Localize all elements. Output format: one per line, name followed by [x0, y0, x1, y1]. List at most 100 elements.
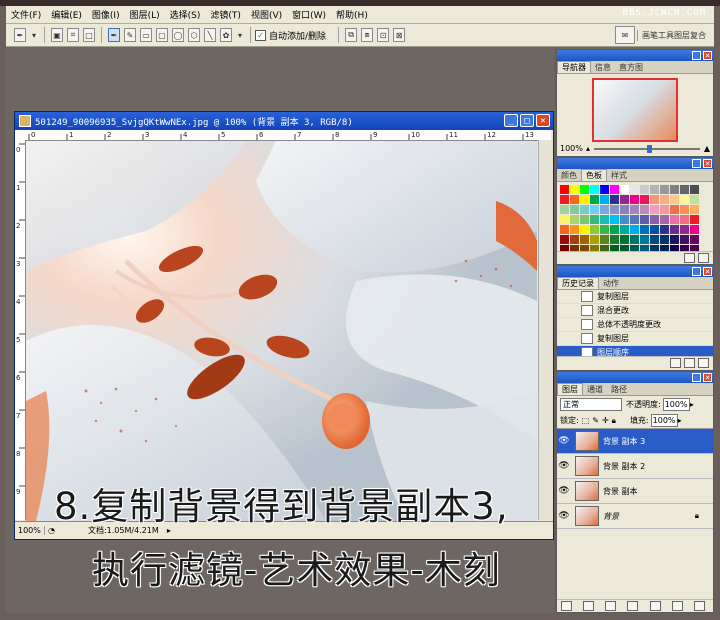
color-swatch[interactable]	[680, 225, 689, 234]
color-swatch[interactable]	[660, 185, 669, 194]
color-swatch[interactable]	[690, 225, 699, 234]
menu-help[interactable]: 帮助(H)	[331, 8, 373, 21]
dropdown-arrow-icon[interactable]: ▾	[30, 28, 38, 42]
line-icon[interactable]: ╲	[204, 28, 216, 42]
history-item[interactable]: 复制图层	[557, 332, 713, 346]
color-swatch[interactable]	[620, 185, 629, 194]
color-swatch[interactable]	[580, 225, 589, 234]
menu-window[interactable]: 窗口(W)	[287, 8, 331, 21]
color-swatch[interactable]	[650, 205, 659, 214]
color-swatch[interactable]	[590, 215, 599, 224]
color-swatch[interactable]	[630, 225, 639, 234]
fill-arrow-icon[interactable]: ▸	[678, 416, 682, 425]
color-swatch[interactable]	[580, 195, 589, 204]
color-swatch[interactable]	[580, 215, 589, 224]
color-swatch[interactable]	[580, 205, 589, 214]
color-swatch[interactable]	[640, 225, 649, 234]
new-layer-icon[interactable]	[671, 601, 683, 611]
color-swatch[interactable]	[670, 185, 679, 194]
history-item[interactable]: 混合更改	[557, 304, 713, 318]
color-swatch[interactable]	[660, 205, 669, 214]
color-swatch[interactable]	[650, 215, 659, 224]
color-swatch[interactable]	[650, 235, 659, 244]
polygon-icon[interactable]: ⬡	[188, 28, 200, 42]
color-swatch[interactable]	[660, 215, 669, 224]
menu-layer[interactable]: 图层(L)	[125, 8, 165, 21]
color-swatch[interactable]	[670, 195, 679, 204]
menu-view[interactable]: 视图(V)	[246, 8, 287, 21]
new-snapshot-icon[interactable]	[684, 358, 695, 368]
custom-shape-icon[interactable]: ✿	[220, 28, 232, 42]
color-swatch[interactable]	[630, 205, 639, 214]
tab-histogram[interactable]: 直方图	[615, 62, 647, 73]
menu-image[interactable]: 图像(I)	[87, 8, 125, 21]
layer-style-icon[interactable]	[583, 601, 595, 611]
color-swatch[interactable]	[560, 205, 569, 214]
menu-select[interactable]: 选择(S)	[165, 8, 206, 21]
layer-row[interactable]: 👁︎ 背景 副本	[557, 479, 713, 504]
navigator-zoom[interactable]: 100%	[560, 144, 586, 153]
lock-all-icon[interactable]: 🔒︎	[612, 416, 616, 426]
color-swatch[interactable]	[590, 185, 599, 194]
color-swatch[interactable]	[690, 235, 699, 244]
delete-swatch-icon[interactable]	[698, 253, 709, 263]
color-swatch[interactable]	[680, 215, 689, 224]
zoom-level[interactable]: 100%	[15, 526, 45, 535]
color-swatch[interactable]	[580, 235, 589, 244]
paths-icon[interactable]: ⌗	[67, 28, 79, 42]
rectangle-icon[interactable]: ▭	[140, 28, 152, 42]
tab-color[interactable]: 颜色	[557, 170, 581, 181]
lock-transparency-icon[interactable]: ⬚	[582, 416, 590, 425]
minimize-button[interactable]: _	[692, 51, 701, 60]
vertical-ruler[interactable]: 0 1 2 3 4 5 6 7 8 9	[15, 140, 26, 520]
opacity-input[interactable]: 100%	[662, 398, 690, 411]
color-swatch[interactable]	[610, 215, 619, 224]
color-swatch[interactable]	[610, 195, 619, 204]
fill-pixels-icon[interactable]: □	[83, 28, 95, 42]
new-swatch-icon[interactable]	[684, 253, 695, 263]
tab-history[interactable]: 历史记录	[557, 277, 599, 289]
color-swatch[interactable]	[570, 225, 579, 234]
workspace-tabs[interactable]: 画笔工具图层复合	[637, 29, 710, 41]
color-swatch[interactable]	[640, 205, 649, 214]
color-swatch[interactable]	[560, 215, 569, 224]
menu-file[interactable]: 文件(F)	[6, 8, 46, 21]
layer-row[interactable]: 👁︎ 背景 副本 3	[557, 429, 713, 454]
color-swatch[interactable]	[670, 215, 679, 224]
color-swatch[interactable]	[620, 225, 629, 234]
color-swatch[interactable]	[670, 235, 679, 244]
eye-icon[interactable]: 👁︎	[557, 486, 571, 496]
panel-titlebar[interactable]: _ ✕	[557, 158, 713, 169]
color-swatch[interactable]	[600, 205, 609, 214]
color-swatch[interactable]	[660, 235, 669, 244]
color-swatch[interactable]	[590, 225, 599, 234]
new-group-icon[interactable]	[649, 601, 661, 611]
combine-add-icon[interactable]: ⧉	[345, 28, 358, 42]
minimize-button[interactable]: _	[504, 114, 518, 127]
layer-mask-icon[interactable]	[605, 601, 617, 611]
color-swatch[interactable]	[630, 215, 639, 224]
zoom-out-icon[interactable]: ▴	[586, 144, 590, 153]
color-swatch[interactable]	[650, 225, 659, 234]
minimize-button[interactable]: _	[692, 267, 701, 276]
color-swatch[interactable]	[560, 195, 569, 204]
color-swatch[interactable]	[600, 225, 609, 234]
zoom-in-icon[interactable]: ▲	[704, 144, 710, 153]
color-swatch[interactable]	[560, 235, 569, 244]
history-item[interactable]: 总体不透明度更改	[557, 318, 713, 332]
color-swatch[interactable]	[600, 185, 609, 194]
eye-icon[interactable]: 👁︎	[557, 461, 571, 471]
color-swatch[interactable]	[620, 195, 629, 204]
color-swatch[interactable]	[690, 195, 699, 204]
history-item-current[interactable]: 图层顺序	[557, 346, 713, 356]
tab-navigator[interactable]: 导航器	[557, 61, 591, 73]
minimize-button[interactable]: _	[692, 373, 701, 382]
color-swatch[interactable]	[590, 205, 599, 214]
color-swatch[interactable]	[690, 215, 699, 224]
link-layers-icon[interactable]	[561, 601, 573, 611]
adjustment-layer-icon[interactable]	[627, 601, 639, 611]
color-swatch[interactable]	[680, 235, 689, 244]
auto-add-checkbox[interactable]: ✓	[255, 29, 266, 41]
menu-filter[interactable]: 滤镜(T)	[205, 8, 246, 21]
tab-styles[interactable]: 样式	[607, 170, 631, 181]
